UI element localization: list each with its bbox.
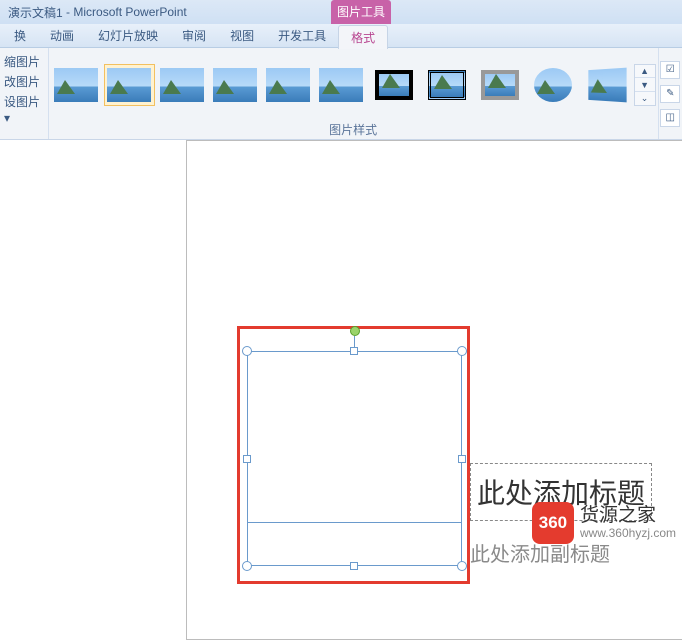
resize-handle-top-right[interactable] — [457, 346, 467, 356]
menu-slideshow[interactable]: 幻灯片放映 — [86, 24, 170, 48]
style-thumb-2[interactable] — [104, 64, 155, 106]
gallery-more-button[interactable]: ▲ ▼ ⌄ — [634, 64, 656, 106]
style-thumb-7[interactable] — [369, 64, 420, 106]
resize-handle-right[interactable] — [458, 455, 466, 463]
watermark-logo: 360 — [532, 502, 574, 544]
selected-picture-placeholder[interactable] — [247, 351, 462, 566]
menu-view[interactable]: 视图 — [218, 24, 266, 48]
reset-picture-button[interactable]: 设图片 ▾ — [4, 94, 44, 126]
style-thumb-5[interactable] — [263, 64, 314, 106]
ribbon-right-buttons: ☑ ✎ ◫ — [658, 48, 682, 139]
document-name: 演示文稿1 — [8, 4, 63, 21]
picture-styles-gallery: ▲ ▼ ⌄ — [49, 48, 658, 121]
picture-layout-button[interactable]: ◫ — [660, 109, 680, 127]
menu-format[interactable]: 格式 — [338, 25, 388, 49]
caption-divider — [247, 522, 462, 523]
style-thumb-3[interactable] — [157, 64, 208, 106]
ribbon-styles-group: ▲ ▼ ⌄ 图片样式 — [49, 48, 658, 139]
watermark-name: 货源之家 — [580, 506, 676, 527]
style-thumb-6[interactable] — [316, 64, 367, 106]
picture-effects-button[interactable]: ✎ — [660, 85, 680, 103]
resize-handle-bottom[interactable] — [350, 562, 358, 570]
resize-handle-top[interactable] — [350, 347, 358, 355]
gallery-row-up-icon: ▲ — [635, 65, 655, 79]
menu-bar: 换 动画 幻灯片放映 审阅 视图 开发工具 格式 — [0, 24, 682, 48]
watermark-url: www.360hyzj.com — [580, 526, 676, 540]
ribbon-group-label: 图片样式 — [49, 121, 658, 139]
watermark: 360 货源之家 www.360hyzj.com — [532, 502, 676, 544]
style-thumb-4[interactable] — [210, 64, 261, 106]
slide-workspace: 此处添加标题 此处添加副标题 — [0, 140, 682, 550]
resize-handle-left[interactable] — [243, 455, 251, 463]
style-thumb-11[interactable] — [581, 64, 632, 106]
style-thumb-10[interactable] — [528, 64, 579, 106]
menu-developer[interactable]: 开发工具 — [266, 24, 338, 48]
menu-transitions[interactable]: 换 — [2, 24, 38, 48]
style-thumb-1[interactable] — [51, 64, 102, 106]
title-separator: - — [63, 5, 74, 19]
contextual-tab-picture-tools[interactable]: 图片工具 — [331, 0, 391, 24]
resize-handle-top-left[interactable] — [242, 346, 252, 356]
gallery-expand-icon: ⌄ — [635, 92, 655, 105]
rotation-handle[interactable] — [350, 326, 360, 336]
menu-animations[interactable]: 动画 — [38, 24, 86, 48]
resize-handle-bottom-right[interactable] — [457, 561, 467, 571]
picture-border-button[interactable]: ☑ — [660, 61, 680, 79]
change-picture-button[interactable]: 改图片 — [4, 74, 44, 90]
ribbon: 缩图片 改图片 设图片 ▾ ▲ ▼ ⌄ 图片样式 ☑ ✎ ◫ — [0, 48, 682, 140]
style-thumb-9[interactable] — [475, 64, 526, 106]
resize-handle-bottom-left[interactable] — [242, 561, 252, 571]
menu-review[interactable]: 审阅 — [170, 24, 218, 48]
style-thumb-8[interactable] — [422, 64, 473, 106]
app-name: Microsoft PowerPoint — [73, 5, 186, 19]
compress-pictures-button[interactable]: 缩图片 — [4, 54, 44, 70]
ribbon-adjust-group: 缩图片 改图片 设图片 ▾ — [0, 48, 49, 139]
gallery-row-down-icon: ▼ — [635, 78, 655, 92]
